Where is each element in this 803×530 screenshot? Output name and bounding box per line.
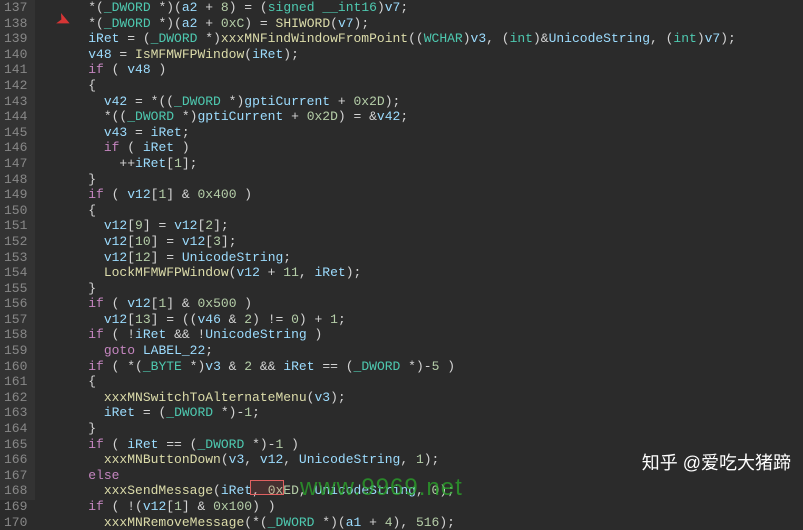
line-number: 141 (4, 62, 27, 78)
code-line[interactable]: iRet = (_DWORD *)-1; (41, 405, 735, 421)
code-line[interactable]: } (41, 281, 735, 297)
code-line[interactable]: ++iRet[1]; (41, 156, 735, 172)
code-line[interactable]: LockMFMWFPWindow(v12 + 11, iRet); (41, 265, 735, 281)
code-line[interactable]: *(_DWORD *)(a2 + 8) = (signed __int16)v7… (41, 0, 735, 16)
line-number: 154 (4, 265, 27, 281)
line-number: 140 (4, 47, 27, 63)
code-line[interactable]: xxxMNSwitchToAlternateMenu(v3); (41, 390, 735, 406)
code-line[interactable]: xxxMNRemoveMessage(*(_DWORD *)(a1 + 4), … (41, 515, 735, 530)
code-line[interactable]: xxxMNButtonDown(v3, v12, UnicodeString, … (41, 452, 735, 468)
code-line[interactable]: if ( !iRet && !UnicodeString ) (41, 327, 735, 343)
code-line[interactable]: goto LABEL_22; (41, 343, 735, 359)
line-number: 158 (4, 327, 27, 343)
code-line[interactable]: v43 = iRet; (41, 125, 735, 141)
line-number: 139 (4, 31, 27, 47)
line-number: 147 (4, 156, 27, 172)
code-line[interactable]: *(_DWORD *)(a2 + 0xC) = SHIWORD(v7); (41, 16, 735, 32)
line-number: 144 (4, 109, 27, 125)
code-line[interactable]: v12[9] = v12[2]; (41, 218, 735, 234)
line-number: 152 (4, 234, 27, 250)
line-number: 149 (4, 187, 27, 203)
zhihu-watermark: 知乎 @爱吃大猪蹄 (642, 456, 791, 472)
line-number-gutter: 1371381391401411421431441451461471481491… (0, 0, 35, 500)
code-line[interactable]: if ( iRet ) (41, 140, 735, 156)
code-line[interactable]: v12[13] = ((v46 & 2) != 0) + 1; (41, 312, 735, 328)
line-number: 150 (4, 203, 27, 219)
line-number: 160 (4, 359, 27, 375)
line-number: 137 (4, 0, 27, 16)
line-number: 155 (4, 281, 27, 297)
line-number: 156 (4, 296, 27, 312)
code-line[interactable]: if ( iRet == (_DWORD *)-1 ) (41, 437, 735, 453)
line-number: 151 (4, 218, 27, 234)
code-line[interactable]: } (41, 421, 735, 437)
code-line[interactable]: v12[10] = v12[3]; (41, 234, 735, 250)
code-line[interactable]: { (41, 78, 735, 94)
line-number: 146 (4, 140, 27, 156)
code-line[interactable]: { (41, 203, 735, 219)
code-area[interactable]: *(_DWORD *)(a2 + 8) = (signed __int16)v7… (35, 0, 735, 500)
code-line[interactable]: *((_DWORD *)gptiCurrent + 0x2D) = &v42; (41, 109, 735, 125)
code-line[interactable]: iRet = (_DWORD *)xxxMNFindWindowFromPoin… (41, 31, 735, 47)
code-line[interactable]: { (41, 374, 735, 390)
line-number: 159 (4, 343, 27, 359)
line-number: 148 (4, 172, 27, 188)
line-number: 169 (4, 499, 27, 515)
line-number: 164 (4, 421, 27, 437)
line-number: 165 (4, 437, 27, 453)
line-number: 157 (4, 312, 27, 328)
code-editor: 1371381391401411421431441451461471481491… (0, 0, 803, 500)
line-number: 166 (4, 452, 27, 468)
code-line[interactable]: v12[12] = UnicodeString; (41, 250, 735, 266)
line-number: 162 (4, 390, 27, 406)
line-number: 138 (4, 16, 27, 32)
code-line[interactable]: v42 = *((_DWORD *)gptiCurrent + 0x2D); (41, 94, 735, 110)
line-number: 170 (4, 515, 27, 530)
code-line[interactable]: if ( v48 ) (41, 62, 735, 78)
code-line[interactable]: if ( v12[1] & 0x400 ) (41, 187, 735, 203)
code-line[interactable]: if ( *(_BYTE *)v3 & 2 && iRet == (_DWORD… (41, 359, 735, 375)
line-number: 142 (4, 78, 27, 94)
line-number: 167 (4, 468, 27, 484)
line-number: 161 (4, 374, 27, 390)
line-number: 168 (4, 483, 27, 499)
line-number: 153 (4, 250, 27, 266)
url-watermark: www.9969.net (300, 480, 463, 496)
line-number: 143 (4, 94, 27, 110)
code-line[interactable]: if ( !(v12[1] & 0x100) ) (41, 499, 735, 515)
code-line[interactable]: } (41, 172, 735, 188)
code-line[interactable]: if ( v12[1] & 0x500 ) (41, 296, 735, 312)
line-number: 145 (4, 125, 27, 141)
code-line[interactable]: v48 = IsMFMWFPWindow(iRet); (41, 47, 735, 63)
line-number: 163 (4, 405, 27, 421)
